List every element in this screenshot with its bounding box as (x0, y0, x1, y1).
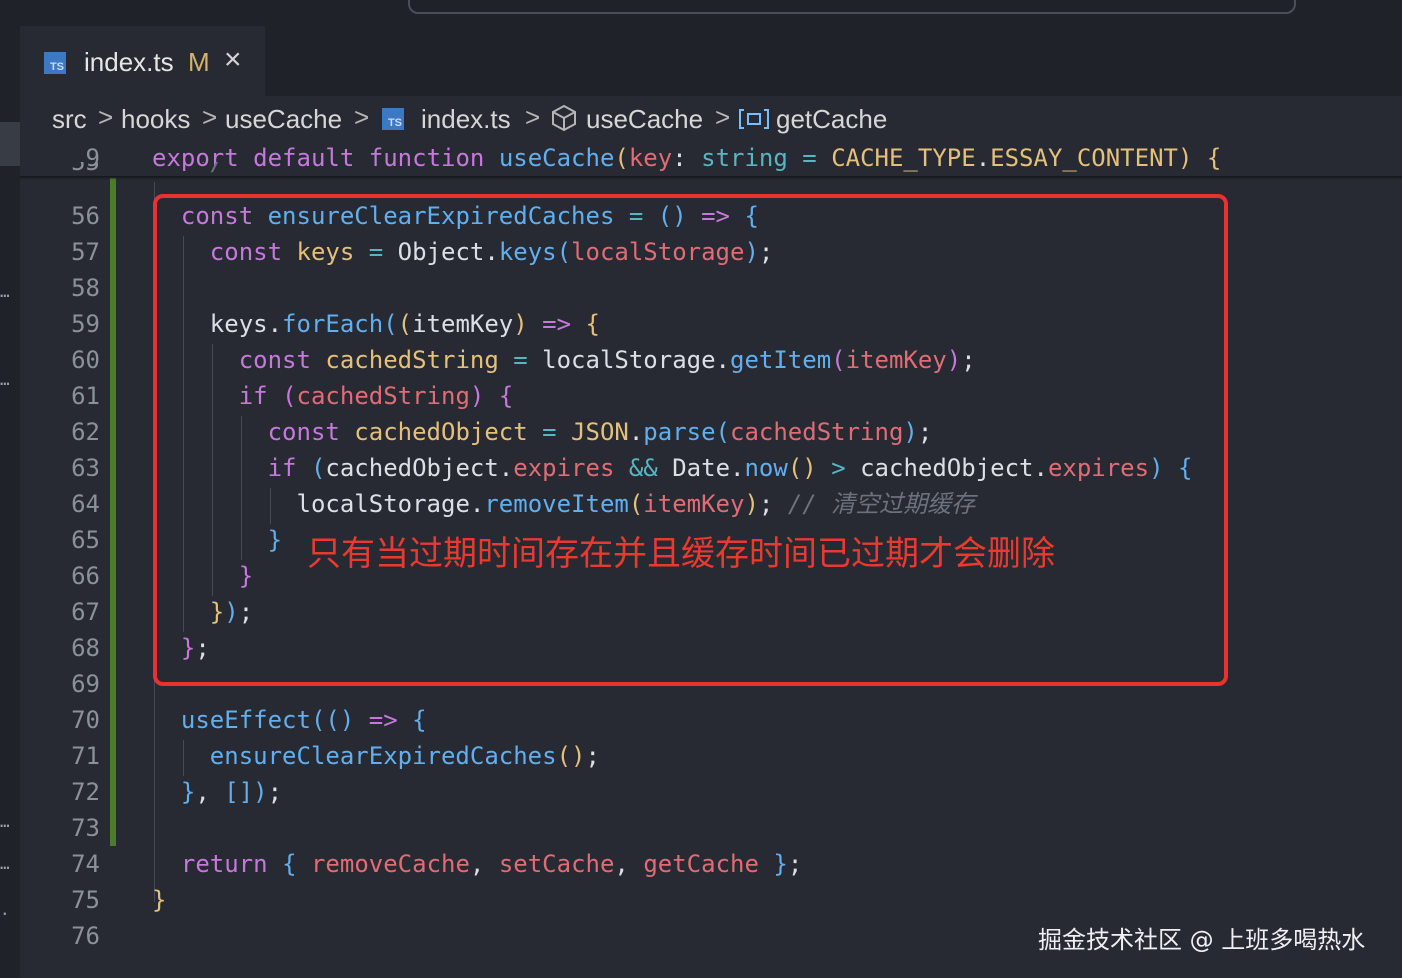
tab-index-ts[interactable]: TS index.ts M × (20, 26, 265, 96)
line-number: 66 (71, 562, 100, 590)
code-line: } (152, 886, 167, 914)
chevron-right-icon: > (202, 102, 218, 132)
highlight-annotation-box (153, 194, 1228, 686)
breadcrumb: src > hooks > useCache > TS index.ts > u… (20, 96, 1402, 140)
line-number: 70 (71, 706, 100, 734)
code-line: useEffect(() => { (180, 706, 427, 734)
more-icon[interactable]: . (0, 902, 20, 918)
line-number: 60 (71, 346, 100, 374)
breadcrumb-item-usecache-fn[interactable]: useCache (586, 104, 703, 134)
more-icon[interactable]: … (0, 284, 20, 300)
symbol-module-icon (552, 104, 576, 132)
activity-active-indicator (0, 122, 20, 166)
line-number: 57 (71, 238, 100, 266)
sticky-code-line: export default function useCache(key: st… (152, 144, 1222, 172)
line-number: 59 (71, 310, 100, 338)
line-number: 62 (71, 418, 100, 446)
ts-file-icon: TS (382, 108, 404, 130)
breadcrumb-item-index-ts[interactable]: index.ts (421, 104, 511, 134)
tab-filename: index.ts (84, 47, 174, 77)
code-line: }, []); (180, 778, 283, 806)
chevron-right-icon: > (354, 102, 370, 132)
chevron-right-icon: > (98, 102, 114, 132)
git-modified-indicator (110, 178, 116, 846)
symbol-variable-icon (739, 109, 769, 129)
breadcrumb-item-usecache-folder[interactable]: useCache (225, 104, 342, 134)
code-line: ensureClearExpiredCaches(); (209, 742, 600, 770)
line-number: 71 (71, 742, 100, 770)
tab-modified-badge: M (188, 47, 210, 77)
line-number: 75 (71, 886, 100, 914)
chevron-right-icon: > (525, 102, 541, 132)
breadcrumb-item-src[interactable]: src (52, 104, 87, 134)
code-line: return { removeCache, setCache, getCache… (180, 850, 803, 878)
more-icon[interactable]: … (0, 372, 20, 388)
line-number: 73 (71, 814, 100, 842)
more-icon[interactable]: … (0, 856, 20, 872)
chevron-right-icon: > (715, 102, 731, 132)
line-number: 56 (71, 202, 100, 230)
annotation-text: 只有当过期时间存在并且缓存时间已过期才会删除 (307, 534, 1055, 574)
line-number: 61 (71, 382, 100, 410)
more-icon[interactable]: … (0, 814, 20, 830)
line-number: 63 (71, 454, 100, 482)
ts-file-icon: TS (44, 52, 66, 74)
close-icon[interactable]: × (224, 43, 242, 77)
line-number: 72 (71, 778, 100, 806)
line-number: 74 (71, 850, 100, 878)
line-number: 67 (71, 598, 100, 626)
sticky-scroll-shadow (20, 176, 1402, 180)
line-number: 64 (71, 490, 100, 518)
line-number: 68 (71, 634, 100, 662)
breadcrumb-item-hooks[interactable]: hooks (121, 104, 190, 134)
breadcrumb-item-getcache[interactable]: getCache (776, 104, 887, 134)
line-number: 65 (71, 526, 100, 554)
line-number: 69 (71, 670, 100, 698)
watermark: 掘金技术社区 @ 上班多喝热水 (1038, 926, 1366, 954)
editor-tab-bar: TS index.ts M × (20, 26, 1402, 96)
line-number: 76 (71, 922, 100, 950)
command-center-search[interactable] (408, 0, 1296, 14)
line-number: 58 (71, 274, 100, 302)
activity-bar: … … … … . (0, 26, 20, 978)
